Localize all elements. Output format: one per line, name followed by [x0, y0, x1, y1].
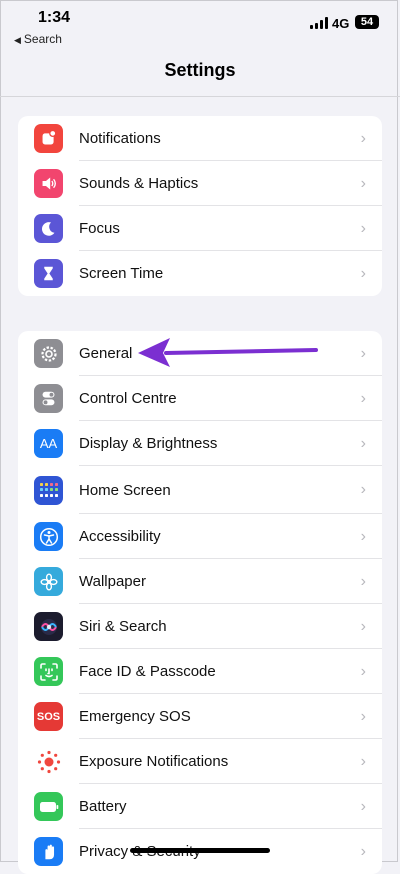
- status-time: 1:34: [38, 9, 71, 26]
- settings-row-face-id-passcode[interactable]: Face ID & Passcode ›: [18, 649, 382, 694]
- row-label: Screen Time: [79, 265, 164, 282]
- row-label: Exposure Notifications: [79, 753, 229, 770]
- back-label: Search: [23, 32, 62, 46]
- row-label: Home Screen: [79, 481, 171, 499]
- hourglass-icon: [34, 259, 63, 288]
- settings-row-sounds-haptics[interactable]: Sounds & Haptics ›: [18, 161, 382, 206]
- settings-row-display-brightness[interactable]: AA Display & Brightness ›: [18, 421, 382, 466]
- bell-icon: [34, 124, 63, 153]
- chevron-right-icon: ›: [360, 572, 366, 590]
- hand-icon: [34, 837, 63, 866]
- sos-icon: SOS: [34, 702, 63, 731]
- settings-row-exposure-notifications[interactable]: Exposure Notifications ›: [18, 739, 382, 784]
- toggles-icon: [34, 384, 63, 413]
- row-label: Control Centre: [79, 390, 177, 407]
- row-label: Wallpaper: [79, 573, 146, 590]
- row-label: Siri & Search: [79, 618, 167, 635]
- chevron-right-icon: ›: [360, 264, 366, 282]
- row-label: Face ID & Passcode: [79, 663, 216, 680]
- row-label: Battery: [79, 798, 127, 815]
- exposure-icon: [34, 747, 63, 776]
- settings-row-siri-search[interactable]: Siri & Search ›: [18, 604, 382, 649]
- status-bar: 1:34 ◀ Search 4G 54: [0, 0, 400, 50]
- battery-level-badge: 54: [355, 15, 379, 29]
- chevron-right-icon: ›: [360, 617, 366, 635]
- gear-icon: [34, 339, 63, 368]
- back-triangle-icon: ◀: [14, 35, 21, 45]
- cellular-signal-icon: [310, 17, 328, 29]
- chevron-right-icon: ›: [360, 174, 366, 192]
- chevron-right-icon: ›: [360, 752, 366, 770]
- chevron-right-icon: ›: [360, 797, 366, 815]
- settings-row-wallpaper[interactable]: Wallpaper ›: [18, 559, 382, 604]
- row-label: Notifications: [79, 130, 161, 147]
- moon-icon: [34, 214, 63, 243]
- annotation-arrow-shaft: [164, 348, 318, 355]
- settings-row-notifications[interactable]: Notifications ›: [18, 116, 382, 161]
- chevron-right-icon: ›: [360, 481, 366, 498]
- settings-group-2: General › Control Centre › AA Display & …: [18, 331, 382, 874]
- speaker-icon: [34, 169, 63, 198]
- row-label: Focus: [79, 220, 120, 237]
- siri-icon: [34, 612, 63, 641]
- settings-group-1: Notifications › Sounds & Haptics › Focus…: [18, 116, 382, 296]
- chevron-right-icon: ›: [360, 389, 366, 407]
- page-title: Settings: [164, 60, 236, 80]
- row-label: Display & Brightness: [79, 435, 218, 452]
- chevron-right-icon: ›: [360, 344, 366, 362]
- chevron-right-icon: ›: [360, 129, 366, 147]
- row-label: Emergency SOS: [79, 708, 191, 725]
- chevron-right-icon: ›: [360, 842, 366, 860]
- battery-icon: [34, 792, 63, 821]
- settings-row-emergency-sos[interactable]: SOS Emergency SOS ›: [18, 694, 382, 739]
- settings-row-accessibility[interactable]: Accessibility ›: [18, 514, 382, 559]
- settings-row-home-screen[interactable]: Home Screen ›: [18, 466, 382, 514]
- nav-divider: [0, 96, 400, 97]
- settings-row-control-centre[interactable]: Control Centre ›: [18, 376, 382, 421]
- chevron-right-icon: ›: [360, 219, 366, 237]
- app-grid-icon: [34, 475, 63, 505]
- settings-row-battery[interactable]: Battery ›: [18, 784, 382, 829]
- text-size-icon: AA: [34, 429, 63, 458]
- chevron-right-icon: ›: [360, 527, 366, 545]
- chevron-right-icon: ›: [360, 707, 366, 725]
- chevron-right-icon: ›: [360, 662, 366, 680]
- row-label: Sounds & Haptics: [79, 175, 199, 192]
- row-label: Accessibility: [79, 528, 161, 545]
- accessibility-icon: [34, 522, 63, 551]
- settings-row-focus[interactable]: Focus ›: [18, 206, 382, 251]
- flower-icon: [34, 567, 63, 596]
- home-indicator[interactable]: [130, 848, 270, 853]
- row-label: General: [79, 345, 133, 362]
- chevron-right-icon: ›: [360, 434, 366, 452]
- back-to-search-link[interactable]: ◀ Search: [14, 32, 62, 46]
- network-type: 4G: [332, 16, 350, 31]
- settings-row-screen-time[interactable]: Screen Time ›: [18, 251, 382, 296]
- face-id-icon: [34, 657, 63, 686]
- annotation-arrow: [138, 338, 318, 367]
